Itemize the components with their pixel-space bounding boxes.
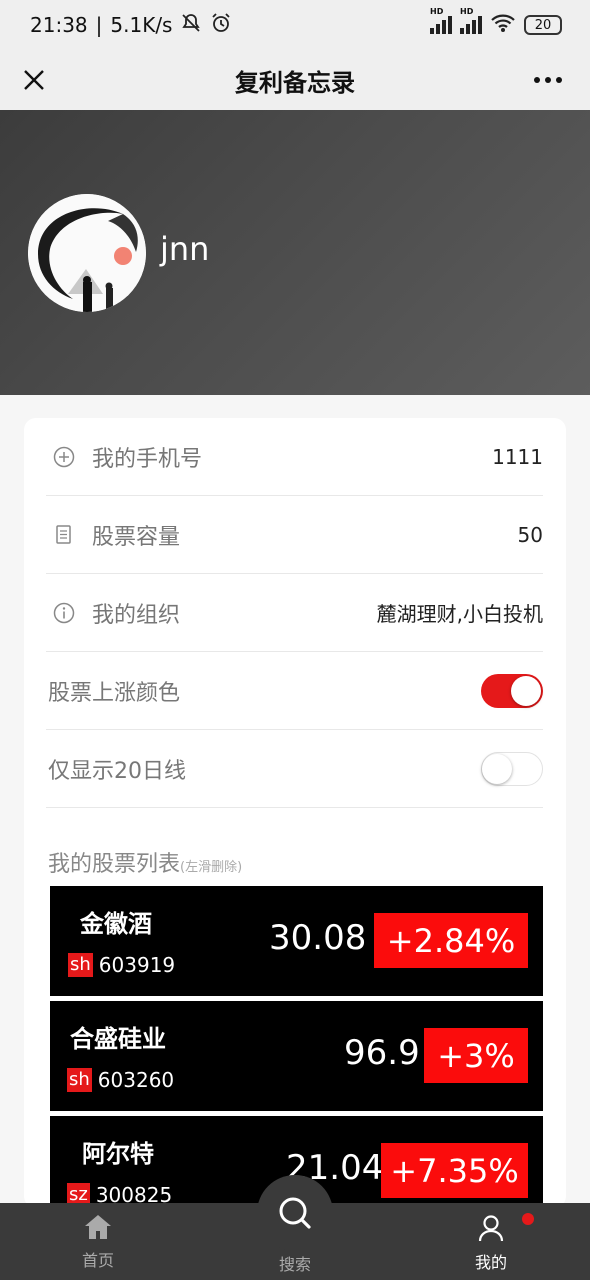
stock-price: 96.9	[344, 1033, 420, 1073]
stock-item[interactable]: 合盛硅业 sh 603260 96.9 +3%	[50, 1001, 543, 1111]
user-icon	[478, 1215, 504, 1242]
status-bar: 21:38 | 5.1K/s HD HD 20	[0, 0, 590, 50]
stock-list-hint: (左滑删除)	[180, 860, 243, 875]
org-label: 我的组织	[92, 602, 181, 628]
nav-mine[interactable]: 我的	[451, 1213, 531, 1273]
info-icon	[52, 601, 76, 625]
more-dot-icon	[534, 77, 540, 83]
nav-home-label: 首页	[81, 1251, 114, 1270]
market-badge: sh	[67, 1068, 92, 1092]
nav-search-button[interactable]	[257, 1175, 333, 1251]
plus-circle-icon	[52, 445, 76, 469]
status-separator: |	[95, 13, 103, 37]
close-button[interactable]	[16, 62, 52, 98]
avatar[interactable]	[28, 194, 146, 312]
stock-name: 合盛硅业	[70, 1025, 166, 1053]
more-dot-icon	[556, 77, 562, 83]
rise-color-label: 股票上涨颜色	[48, 680, 181, 706]
more-dot-icon	[545, 77, 551, 83]
stock-item[interactable]: 金徽酒 sh 603919 30.08 +2.84%	[50, 886, 543, 996]
document-icon	[52, 523, 76, 547]
ma20-label: 仅显示20日线	[48, 758, 186, 784]
phone-label: 我的手机号	[92, 446, 203, 472]
capacity-row[interactable]: 股票容量 50	[46, 496, 543, 574]
nav-home[interactable]: 首页	[58, 1213, 138, 1271]
stock-name: 金徽酒	[80, 910, 152, 938]
profile-header: jnn	[0, 110, 590, 395]
status-speed: 5.1K/s	[110, 13, 173, 37]
capacity-label: 股票容量	[92, 524, 181, 550]
close-icon	[24, 70, 44, 90]
rise-color-toggle[interactable]	[481, 673, 543, 708]
page-title: 复利备忘录	[235, 68, 355, 97]
stock-name: 阿尔特	[82, 1140, 154, 1168]
stock-change-badge: +2.84%	[374, 913, 528, 968]
settings-card: 我的手机号 1111 股票容量 50 我的组织 麓湖理财,小白投机 股票上涨颜色…	[24, 418, 566, 1208]
wifi-icon	[490, 13, 516, 38]
home-icon	[85, 1215, 111, 1239]
title-bar: 复利备忘录	[0, 50, 590, 110]
signal-icon: HD	[430, 7, 452, 34]
username: jnn	[160, 230, 210, 268]
more-button[interactable]	[528, 62, 568, 98]
notification-dot	[522, 1213, 534, 1225]
mute-icon	[180, 12, 202, 39]
stock-code: 603260	[97, 1068, 175, 1092]
market-badge: sh	[68, 953, 93, 977]
org-row[interactable]: 我的组织 麓湖理财,小白投机	[46, 574, 543, 652]
status-time: 21:38	[30, 13, 88, 37]
ma20-row: 仅显示20日线	[46, 730, 543, 808]
stock-change-badge: +7.35%	[381, 1143, 528, 1198]
rise-color-row: 股票上涨颜色	[46, 652, 543, 730]
phone-value: 1111	[492, 444, 543, 469]
phone-row[interactable]: 我的手机号 1111	[46, 418, 543, 496]
search-icon	[279, 1197, 311, 1229]
ma20-toggle[interactable]	[481, 751, 543, 786]
stock-list-title: 我的股票列表(左滑删除)	[48, 852, 243, 877]
signal-icon-2: HD	[460, 7, 482, 34]
nav-mine-label: 我的	[474, 1253, 507, 1272]
nav-search-label: 搜索	[278, 1255, 311, 1274]
org-value: 麓湖理财,小白投机	[376, 602, 543, 626]
capacity-value: 50	[517, 522, 543, 547]
stock-price: 30.08	[269, 918, 367, 958]
alarm-icon	[210, 12, 232, 39]
stock-code: 603919	[98, 953, 176, 977]
battery-icon: 20	[524, 15, 562, 35]
stock-change-badge: +3%	[424, 1028, 528, 1083]
